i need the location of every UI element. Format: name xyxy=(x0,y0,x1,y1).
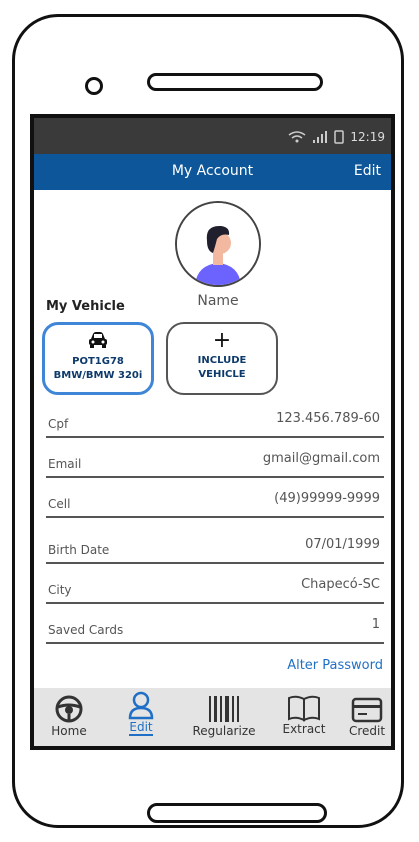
field-city[interactable]: City Chapecó-SC xyxy=(46,570,384,604)
field-label: Cell xyxy=(48,497,71,511)
field-value: (49)99999-9999 xyxy=(274,491,380,506)
status-time: 12:19 xyxy=(350,130,385,144)
home-hardware-button[interactable] xyxy=(147,803,327,823)
page-title: My Account xyxy=(171,163,254,179)
avatar[interactable] xyxy=(175,201,261,287)
nav-label: Credit xyxy=(348,724,386,738)
steering-wheel-icon xyxy=(55,695,83,723)
field-label: Birth Date xyxy=(48,543,110,557)
nav-edit[interactable]: Edit xyxy=(116,690,166,736)
field-label: Cpf xyxy=(48,417,69,431)
battery-icon xyxy=(334,130,345,144)
include-label-line2: VEHICLE xyxy=(198,369,246,380)
credit-card-icon xyxy=(351,697,383,723)
wifi-icon xyxy=(288,131,306,143)
field-value: 123.456.789-60 xyxy=(276,411,380,426)
user-icon xyxy=(128,691,154,720)
bottom-nav: Home Edit Regularize Extract Credit xyxy=(34,688,391,746)
alter-password-link[interactable]: Alter Password xyxy=(287,658,383,673)
book-icon xyxy=(288,695,320,722)
include-label-line1: INCLUDE xyxy=(197,355,247,366)
field-cell[interactable]: Cell (49)99999-9999 xyxy=(46,484,384,518)
nav-label: Extract xyxy=(282,722,326,736)
vehicle-card[interactable]: POT1G78 BMW/BMW 320i xyxy=(42,322,154,395)
field-label: Saved Cards xyxy=(48,623,124,637)
edit-button[interactable]: Edit xyxy=(354,163,381,179)
field-value: gmail@gmail.com xyxy=(262,451,380,466)
plus-icon: + xyxy=(212,328,232,353)
nav-regularize[interactable]: Regularize xyxy=(184,694,264,738)
vehicle-model: BMW/BMW 320i xyxy=(53,370,143,381)
field-value: Chapecó-SC xyxy=(301,577,380,592)
app-bar: My Account Edit xyxy=(34,154,391,190)
my-vehicle-label: My Vehicle xyxy=(46,299,125,314)
status-bar: 12:19 xyxy=(34,118,391,154)
person-icon xyxy=(177,203,259,285)
field-value: 1 xyxy=(371,617,380,632)
nav-label: Home xyxy=(51,724,87,738)
nav-label: Edit xyxy=(129,720,153,736)
field-value: 07/01/1999 xyxy=(305,537,380,552)
field-label: Email xyxy=(48,457,82,471)
include-vehicle-button[interactable]: + INCLUDE VEHICLE xyxy=(166,322,278,395)
signal-icon xyxy=(313,131,328,143)
car-icon xyxy=(89,332,107,348)
field-saved-cards[interactable]: Saved Cards 1 xyxy=(46,610,384,644)
nav-label: Regularize xyxy=(192,724,256,738)
profile-name: Name xyxy=(197,293,239,309)
field-label: City xyxy=(48,583,72,597)
vehicle-plate: POT1G78 xyxy=(72,356,124,367)
field-cpf[interactable]: Cpf 123.456.789-60 xyxy=(46,404,384,438)
field-birth-date[interactable]: Birth Date 07/01/1999 xyxy=(46,530,384,564)
field-email[interactable]: Email gmail@gmail.com xyxy=(46,444,384,478)
nav-home[interactable]: Home xyxy=(44,694,94,738)
camera xyxy=(85,77,103,95)
speaker xyxy=(147,73,323,91)
barcode-icon xyxy=(209,696,239,722)
nav-extract[interactable]: Extract xyxy=(276,694,332,736)
nav-credit[interactable]: Credit xyxy=(342,696,391,738)
phone-screen: 12:19 My Account Edit Name My Vehicle PO… xyxy=(30,114,395,750)
